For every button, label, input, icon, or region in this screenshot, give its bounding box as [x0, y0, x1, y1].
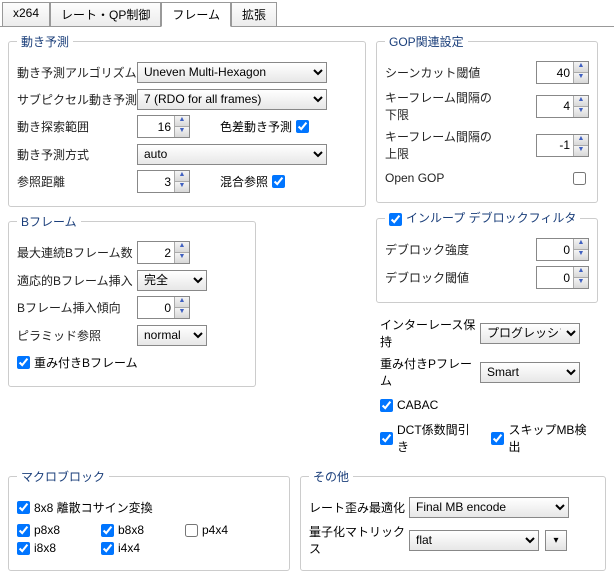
me-range-label: 動き探索範囲 — [17, 118, 137, 135]
motion-legend: 動き予測 — [17, 33, 73, 50]
tab-ext[interactable]: 拡張 — [231, 2, 277, 26]
b8x8-check[interactable]: b8x8 — [101, 523, 181, 537]
opengop-label: Open GOP — [385, 171, 493, 185]
me-method-label: 動き予測方式 — [17, 146, 137, 163]
p8x8-check[interactable]: p8x8 — [17, 523, 97, 537]
weightb-label: 重み付きBフレーム — [34, 354, 138, 371]
motion-group: 動き予測 動き予測アルゴリズム Uneven Multi-Hexagon サブピ… — [8, 33, 366, 207]
scenecut-label: シーンカット閾値 — [385, 64, 493, 81]
other-legend: その他 — [309, 468, 353, 485]
keymax-spin[interactable]: ▲▼ — [536, 134, 589, 157]
deblock-legend: インループ デブロックフィルタ — [406, 209, 576, 226]
mixref-check[interactable]: 混合参照 — [220, 173, 285, 190]
subpel-label: サブピクセル動き予測 — [17, 91, 137, 108]
gop-group: GOP関連設定 シーンカット閾値 ▲▼ キーフレーム間隔の下限 ▲▼ キーフレー… — [376, 33, 598, 203]
deblock-thresh-label: デブロック閾値 — [385, 269, 493, 286]
cabac-label: CABAC — [397, 398, 438, 412]
me-range-spin[interactable]: ▲▼ — [137, 115, 190, 138]
i8x8-check[interactable]: i8x8 — [17, 541, 97, 555]
me-algo-select[interactable]: Uneven Multi-Hexagon — [137, 62, 327, 83]
other-group: その他 レート歪み最適化 Final MB encode 量子化マトリックス f… — [300, 468, 606, 571]
ref-spin[interactable]: ▲▼ — [137, 170, 190, 193]
pyramid-label: ピラミッド参照 — [17, 327, 137, 344]
tab-bar: x264 レート・QP制御 フレーム 拡張 — [0, 0, 614, 27]
tab-frame[interactable]: フレーム — [161, 2, 231, 27]
rdo-label: レート歪み最適化 — [309, 499, 409, 516]
deblock-strength-label: デブロック強度 — [385, 241, 493, 258]
opengop-check[interactable] — [573, 172, 586, 185]
rdo-select[interactable]: Final MB encode — [409, 497, 569, 518]
bbias-spin[interactable]: ▲▼ — [137, 296, 190, 319]
macroblock-legend: マクロブロック — [17, 468, 109, 485]
chroma-me-label: 色差動き予測 — [220, 118, 292, 135]
ref-label: 参照距離 — [17, 173, 137, 190]
skip-mb-check[interactable]: スキップMB検出 — [491, 421, 594, 455]
bframe-legend: Bフレーム — [17, 213, 81, 230]
me-algo-label: 動き予測アルゴリズム — [17, 64, 137, 81]
subpel-select[interactable]: 7 (RDO for all frames) — [137, 89, 327, 110]
keymin-spin[interactable]: ▲▼ — [536, 95, 589, 118]
deblock-strength-spin[interactable]: ▲▼ — [536, 238, 589, 261]
weightb-check[interactable]: 重み付きBフレーム — [17, 354, 138, 371]
macroblock-group: マクロブロック 8x8 離散コサイン変換 p8x8 b8x8 p4x4 i8x8… — [8, 468, 290, 571]
dct-decimate-label: DCT係数間引き — [397, 421, 477, 455]
bmax-spin[interactable]: ▲▼ — [137, 241, 190, 264]
tab-x264[interactable]: x264 — [2, 2, 50, 26]
keymin-label: キーフレーム間隔の下限 — [385, 89, 493, 123]
p4x4-check[interactable]: p4x4 — [185, 523, 265, 537]
deblock-enable-check[interactable]: インループ デブロックフィルタ — [389, 209, 576, 226]
cqm-select[interactable]: flat — [409, 530, 539, 551]
chroma-me-check[interactable]: 色差動き予測 — [220, 118, 309, 135]
cqm-browse-button[interactable]: ▾ — [545, 530, 567, 551]
mixref-label: 混合参照 — [220, 173, 268, 190]
skip-mb-label: スキップMB検出 — [508, 421, 594, 455]
cqm-label: 量子化マトリックス — [309, 523, 409, 557]
frame-pane: 動き予測 動き予測アルゴリズム Uneven Multi-Hexagon サブピ… — [0, 27, 614, 577]
tab-rate[interactable]: レート・QP制御 — [50, 2, 161, 26]
dct8x8-label: 8x8 離散コサイン変換 — [34, 499, 153, 516]
keymax-label: キーフレーム間隔の上限 — [385, 128, 493, 162]
me-method-select[interactable]: auto — [137, 144, 327, 165]
badapt-select[interactable]: 完全 — [137, 270, 207, 291]
interlace-label: インターレース保持 — [380, 316, 480, 350]
pyramid-select[interactable]: normal — [137, 325, 207, 346]
weightp-select[interactable]: Smart — [480, 362, 580, 383]
scenecut-spin[interactable]: ▲▼ — [536, 61, 589, 84]
deblock-thresh-spin[interactable]: ▲▼ — [536, 266, 589, 289]
i4x4-check[interactable]: i4x4 — [101, 541, 181, 555]
bframe-group: Bフレーム 最大連続Bフレーム数 ▲▼ 適応的Bフレーム挿入 完全 Bフレーム挿… — [8, 213, 256, 387]
badapt-label: 適応的Bフレーム挿入 — [17, 272, 137, 289]
weightp-label: 重み付きPフレーム — [380, 355, 480, 389]
dct-decimate-check[interactable]: DCT係数間引き — [380, 421, 477, 455]
bmax-label: 最大連続Bフレーム数 — [17, 244, 137, 261]
bbias-label: Bフレーム挿入傾向 — [17, 299, 137, 316]
interlace-select[interactable]: プログレッシブ — [480, 323, 580, 344]
cabac-check[interactable]: CABAC — [380, 398, 438, 412]
deblock-group: インループ デブロックフィルタ デブロック強度 ▲▼ デブロック閾値 ▲▼ — [376, 209, 598, 303]
gop-legend: GOP関連設定 — [385, 33, 468, 50]
dct8x8-check[interactable]: 8x8 離散コサイン変換 — [17, 499, 153, 516]
